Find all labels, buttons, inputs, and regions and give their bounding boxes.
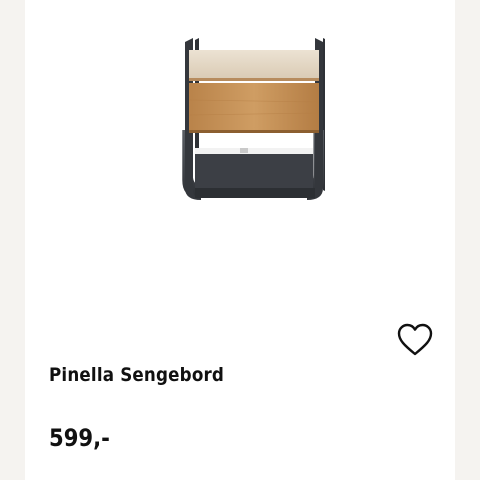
product-price: 599,-	[49, 424, 110, 452]
nightstand-image[interactable]	[155, 30, 325, 205]
page: Pinella Sengebord 599,-	[0, 0, 480, 480]
product-title[interactable]: Pinella Sengebord	[49, 364, 224, 386]
product-card[interactable]: Pinella Sengebord 599,-	[25, 0, 455, 480]
heart-outline-icon[interactable]	[396, 322, 434, 358]
